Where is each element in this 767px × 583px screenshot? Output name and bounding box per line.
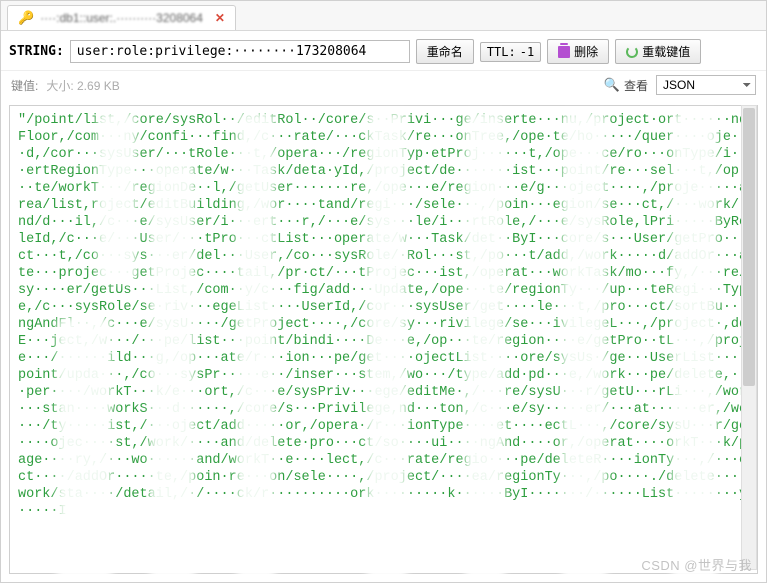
ttl-display[interactable]: TTL: -1 bbox=[480, 42, 541, 62]
ttl-label: TTL: bbox=[487, 45, 516, 59]
tab-label: ····:db1::user:.··········3208064 bbox=[40, 11, 203, 25]
value-subbar: 键值: 大小: 2.69 KB 🔍 查看 JSON bbox=[1, 71, 766, 101]
key-icon: 🔑 bbox=[18, 10, 34, 26]
type-label: STRING: bbox=[9, 44, 64, 59]
value-content-wrap: "/point/list,/core/sysRol··/editRol··/co… bbox=[1, 101, 766, 582]
view-label: 查看 bbox=[624, 77, 648, 94]
tab-bar: 🔑 ····:db1::user:.··········3208064 ✕ bbox=[1, 1, 766, 31]
view-button[interactable]: 🔍 查看 bbox=[604, 77, 648, 94]
ttl-value: -1 bbox=[520, 45, 534, 59]
scrollbar-thumb[interactable] bbox=[743, 108, 755, 386]
key-toolbar: STRING: 重命名 TTL: -1 删除 重载键值 bbox=[1, 31, 766, 71]
key-name-input[interactable] bbox=[70, 40, 410, 63]
vertical-scrollbar[interactable] bbox=[741, 105, 757, 570]
delete-label: 删除 bbox=[574, 43, 598, 60]
format-select[interactable]: JSON bbox=[656, 75, 756, 95]
size-text: 大小: 2.69 KB bbox=[46, 77, 119, 94]
delete-button[interactable]: 删除 bbox=[547, 39, 609, 64]
reload-label: 重载键值 bbox=[642, 43, 690, 60]
active-tab[interactable]: 🔑 ····:db1::user:.··········3208064 ✕ bbox=[7, 5, 236, 30]
magnifier-icon: 🔍 bbox=[604, 77, 620, 93]
trash-icon bbox=[558, 46, 570, 58]
value-textarea[interactable]: "/point/list,/core/sysRol··/editRol··/co… bbox=[9, 105, 758, 574]
reload-icon bbox=[626, 46, 638, 58]
reload-button[interactable]: 重载键值 bbox=[615, 39, 701, 64]
close-icon[interactable]: ✕ bbox=[215, 11, 225, 25]
value-label: 键值: bbox=[11, 77, 38, 94]
rename-button[interactable]: 重命名 bbox=[416, 39, 474, 64]
